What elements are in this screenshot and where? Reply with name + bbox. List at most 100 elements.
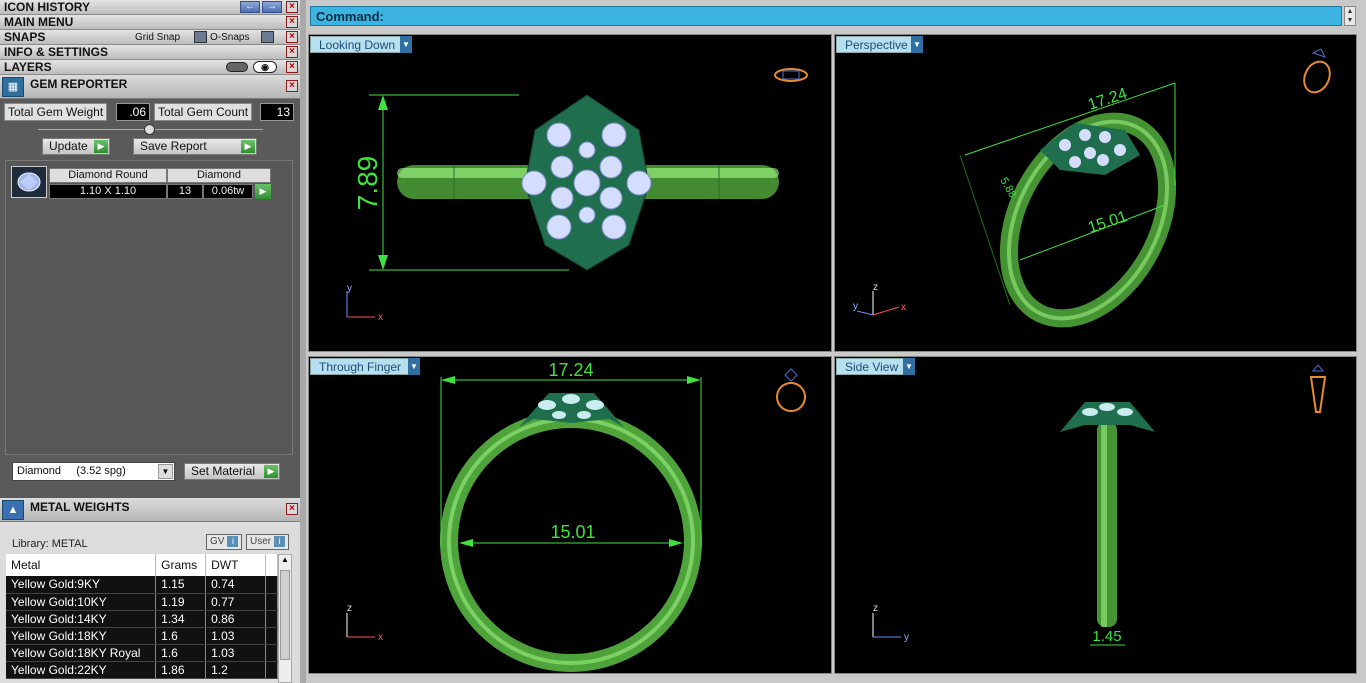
viewport-perspective[interactable]: 17.24 15.01 5.88 z y x Perspective ▼ xyxy=(834,34,1357,352)
main-menu-title: MAIN MENU xyxy=(4,15,74,29)
info-icon: i xyxy=(274,536,286,547)
viewport-front[interactable]: 17.24 15.01 z x Through Finger ▼ xyxy=(308,356,832,674)
table-header-row: Metal Grams DWT xyxy=(6,554,278,576)
grid-snap-checkbox[interactable] xyxy=(194,31,207,43)
eye-icon[interactable]: ◉ xyxy=(253,61,277,73)
viewport-front-label[interactable]: Through Finger xyxy=(310,358,411,375)
close-icon[interactable]: × xyxy=(286,61,298,73)
left-panel: ICON HISTORY ← → × MAIN MENU × SNAPS Gri… xyxy=(0,0,300,683)
table-row[interactable]: Yellow Gold:10KY 1.19 0.77 xyxy=(6,593,278,611)
material-select[interactable]: Diamond (3.52 spg) ▼ xyxy=(12,462,175,481)
dwt-cell: 0.77 xyxy=(205,593,266,611)
library-label: Library: METAL xyxy=(12,538,88,550)
chevron-down-icon[interactable]: ▼ xyxy=(903,358,915,375)
main-menu-header[interactable]: MAIN MENU × xyxy=(0,15,300,30)
table-row[interactable]: Yellow Gold:18KY Royal 1.6 1.03 xyxy=(6,644,278,662)
o-snaps-label: O-Snaps xyxy=(210,32,250,43)
layer-toggle-icon[interactable] xyxy=(226,62,248,72)
viewport-perspective-label[interactable]: Perspective xyxy=(836,36,917,53)
user-label: User xyxy=(250,536,272,547)
gem-reporter-title: GEM REPORTER xyxy=(30,77,128,91)
save-report-button[interactable]: Save Report ▶ xyxy=(133,138,257,155)
table-row[interactable]: Yellow Gold:22KY 1.86 1.2 xyxy=(6,661,278,679)
info-settings-title: INFO & SETTINGS xyxy=(4,45,109,59)
viewport-top[interactable]: 7.89 y x Looking Down ▼ xyxy=(308,34,832,352)
gem-count: 13 xyxy=(167,184,203,199)
command-bar[interactable]: Command: xyxy=(310,6,1342,26)
info-settings-header[interactable]: INFO & SETTINGS × xyxy=(0,45,300,60)
row-spacer xyxy=(265,627,278,645)
command-label: Command: xyxy=(316,9,384,24)
scroll-up-icon[interactable]: ▲ xyxy=(281,555,289,564)
axis-z-label: z xyxy=(347,603,352,614)
axis-y-label: y xyxy=(853,301,858,312)
metal-cell: Yellow Gold:22KY xyxy=(6,661,157,679)
grid-snap-label: Grid Snap xyxy=(135,32,181,43)
gem-list: Diamond Round Diamond 1.10 X 1.10 13 0.0… xyxy=(5,160,293,455)
top-view-drawing: 7.89 y x xyxy=(346,68,808,323)
snaps-title: SNAPS xyxy=(4,30,46,44)
front-inner-label: 15.01 xyxy=(550,522,595,542)
metal-weights-table: Metal Grams DWT Yellow Gold:9KY 1.15 0.74 Y… xyxy=(6,554,278,679)
slider-handle[interactable] xyxy=(144,124,155,135)
update-label: Update xyxy=(49,139,88,153)
metal-cell: Yellow Gold:14KY xyxy=(6,610,157,628)
table-row[interactable]: Yellow Gold:9KY 1.15 0.74 xyxy=(6,576,278,594)
panel-splitter[interactable] xyxy=(300,0,306,683)
back-arrow-icon[interactable]: ← xyxy=(240,1,260,13)
gem-reporter-header: ▦ GEM REPORTER × xyxy=(0,75,300,99)
material-select-value: Diamond (3.52 spg) xyxy=(17,465,126,477)
set-material-button[interactable]: Set Material ▶ xyxy=(184,463,280,480)
grams-cell: 1.19 xyxy=(155,593,207,611)
total-gem-weight-value: .06 xyxy=(116,103,150,121)
chevron-down-icon[interactable]: ▼ xyxy=(400,36,412,53)
dwt-cell: 1.03 xyxy=(205,644,266,662)
close-icon[interactable]: × xyxy=(286,16,298,28)
close-icon[interactable]: × xyxy=(286,46,298,58)
user-toggle[interactable]: User i xyxy=(246,534,290,550)
table-row[interactable]: Yellow Gold:14KY 1.34 0.86 xyxy=(6,610,278,628)
close-icon[interactable]: × xyxy=(286,31,298,43)
close-icon[interactable]: × xyxy=(286,80,298,92)
scrollbar-thumb[interactable] xyxy=(280,570,290,660)
top-dimension-label: 7.89 xyxy=(352,156,383,211)
column-header-spacer xyxy=(265,554,278,576)
play-icon[interactable]: ▶ xyxy=(255,184,271,199)
row-spacer xyxy=(265,661,278,679)
icon-history-title: ICON HISTORY xyxy=(4,0,91,14)
viewport-top-label[interactable]: Looking Down xyxy=(310,36,405,53)
axis-z-label: z xyxy=(873,282,878,293)
column-header-grams[interactable]: Grams xyxy=(155,554,207,576)
command-scroll[interactable]: ▲ ▼ xyxy=(1344,6,1356,26)
pyramid-icon: ▲ xyxy=(2,500,24,520)
chevron-down-icon[interactable]: ▼ xyxy=(408,358,420,375)
metal-cell: Yellow Gold:18KY xyxy=(6,627,157,645)
gem-row[interactable]: Diamond Round Diamond 1.10 X 1.10 13 0.0… xyxy=(11,166,276,199)
total-gem-count-label: Total Gem Count xyxy=(154,103,253,121)
update-button[interactable]: Update ▶ xyxy=(42,138,110,155)
viewport-side[interactable]: 1.45 z y Side View ▼ xyxy=(834,356,1357,674)
icon-history-header[interactable]: ICON HISTORY ← → × xyxy=(0,0,300,15)
column-header-dwt[interactable]: DWT xyxy=(205,554,266,576)
matrix-cad-window: ICON HISTORY ← → × MAIN MENU × SNAPS Gri… xyxy=(0,0,1366,683)
table-row[interactable]: Yellow Gold:18KY 1.6 1.03 xyxy=(6,627,278,645)
chevron-down-icon[interactable]: ▼ xyxy=(911,36,923,53)
gv-toggle[interactable]: GV i xyxy=(206,534,243,550)
close-icon[interactable]: × xyxy=(286,1,298,13)
close-icon[interactable]: × xyxy=(286,503,298,515)
dwt-cell: 0.74 xyxy=(205,576,266,594)
snaps-header[interactable]: SNAPS Grid Snap O-Snaps × xyxy=(0,30,300,45)
table-scrollbar[interactable]: ▲ xyxy=(278,554,292,683)
forward-arrow-icon[interactable]: → xyxy=(262,1,282,13)
gem-thumbnail-icon xyxy=(11,166,47,198)
dwt-cell: 0.86 xyxy=(205,610,266,628)
front-view-drawing: 17.24 15.01 z x xyxy=(346,360,806,672)
viewport-side-label[interactable]: Side View xyxy=(836,358,908,375)
front-width-label: 17.24 xyxy=(548,360,593,380)
gem-material: Diamond xyxy=(167,168,271,183)
layers-header[interactable]: LAYERS ◉ × xyxy=(0,60,300,75)
column-header-metal[interactable]: Metal xyxy=(6,554,157,576)
play-icon: ▶ xyxy=(264,465,278,478)
total-gem-count-value: 13 xyxy=(260,103,294,121)
o-snaps-checkbox[interactable] xyxy=(261,31,274,43)
